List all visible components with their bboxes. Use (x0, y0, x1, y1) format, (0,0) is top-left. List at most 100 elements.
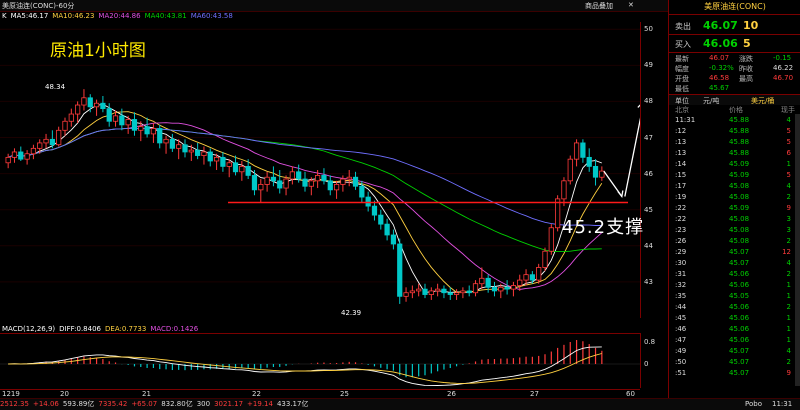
trade-price: 45.07 (729, 259, 750, 267)
candle (264, 176, 270, 185)
index-ticker-bar: 2512.35 +14.06 593.89亿 7335.42 +65.07 832.80亿… (0, 398, 800, 410)
trade-time: :50 (675, 358, 687, 366)
trade-price: 45.06 (729, 314, 750, 322)
candle (201, 151, 207, 156)
close-icon[interactable]: ✕ (628, 1, 634, 9)
trade-time: :31 (675, 270, 687, 278)
candle (302, 178, 308, 187)
quote-stat-v1: 46.58 (709, 74, 730, 82)
trade-header-time: 北京 (675, 106, 689, 114)
candle (384, 223, 390, 236)
price-tick-label: 48 (644, 97, 653, 106)
trade-quantity: 6 (786, 149, 791, 157)
trade-header-price: 价格 (729, 106, 743, 114)
candle (232, 162, 239, 173)
trade-quantity: 4 (786, 116, 791, 124)
ma-legend-item: K (2, 12, 7, 20)
candle (517, 279, 523, 286)
candle (138, 126, 144, 131)
index-ticker-value: 7335.42 (98, 400, 128, 408)
quote-stat-l1: 最新 (675, 55, 689, 63)
candle (11, 151, 18, 158)
trade-price: 45.06 (729, 281, 750, 289)
trade-tick-row: :32 45.06 1 (669, 281, 797, 291)
window-title: 美原油连(CONC)-60分 (2, 2, 75, 10)
macd-chart[interactable] (0, 333, 641, 388)
candlestick-chart[interactable] (0, 22, 641, 318)
candle (390, 234, 397, 245)
trade-price: 45.07 (729, 358, 750, 366)
trade-price: 45.09 (729, 204, 750, 212)
low-price-label: 42.39 (341, 309, 362, 317)
trade-time: :47 (675, 336, 687, 344)
date-tick-label: 1219 (2, 390, 20, 398)
candle (125, 119, 131, 126)
candle (5, 156, 11, 164)
date-tick-label: 25 (340, 390, 349, 398)
index-ticker-value: 593.89亿 (62, 400, 95, 408)
candle (24, 153, 30, 160)
trade-price: 45.06 (729, 270, 750, 278)
clock-label: 11:31 (772, 400, 793, 408)
candle (176, 144, 182, 149)
candle (226, 162, 232, 167)
candle (277, 180, 283, 189)
price-tick-label: 45 (644, 205, 653, 214)
trade-price: 45.88 (729, 149, 750, 157)
candle (416, 288, 422, 292)
trade-quantity: 5 (786, 138, 791, 146)
brand-label: Pobo (745, 400, 762, 408)
sell-label: 卖出 (675, 22, 691, 31)
candle (106, 108, 112, 122)
trade-time: :22 (675, 215, 687, 223)
candle (447, 292, 453, 295)
sell-price: 46.07 (703, 19, 738, 32)
ma-legend-item: MA20:44.86 (98, 12, 141, 20)
trade-quantity: 2 (786, 270, 791, 278)
trade-tick-row: :49 45.07 4 (669, 347, 797, 357)
trade-ticks-list[interactable]: 11:31 45.88 4:12 45.88 5:13 45.88 5:13 45.88 6:1… (669, 116, 800, 386)
candle (283, 178, 289, 189)
candle (49, 138, 55, 146)
unit-row: 单位 元/吨 美元/桶 (669, 94, 800, 105)
candle (150, 128, 157, 135)
candle (258, 184, 264, 191)
candle (504, 286, 510, 290)
trade-price: 45.06 (729, 325, 750, 333)
candle (472, 283, 479, 294)
trade-time: :19 (675, 193, 687, 201)
trade-list-scrollbar[interactable] (795, 114, 800, 386)
trade-quantity: 2 (786, 237, 791, 245)
trade-quantity: 4 (786, 347, 791, 355)
sell-quantity: 10 (743, 19, 759, 32)
candle (81, 97, 87, 106)
quote-stat-row: 开盘 46.58 最高 46.70 (669, 74, 800, 84)
diff-line (8, 346, 602, 387)
quote-panel: 美原油连(CONC) 卖出 46.07 10 买入 46.06 5 最新 46.0… (668, 0, 800, 398)
date-tick-label: 22 (252, 390, 261, 398)
trade-tick-row: :22 45.09 9 (669, 204, 797, 214)
index-ticker-value: 2512.35 (0, 400, 29, 408)
overlay-commodity-button[interactable]: 商品叠加 (585, 1, 613, 11)
trade-quantity: 1 (786, 281, 791, 289)
trade-tick-row: :19 45.08 2 (669, 193, 797, 203)
trade-tick-row: 11:31 45.88 4 (669, 116, 797, 126)
candle (359, 185, 365, 198)
trade-tick-row: :22 45.08 3 (669, 215, 797, 225)
trade-price: 45.08 (729, 182, 750, 190)
ma-legend: K MA5:46.17 MA10:46.23 MA20:44.86 MA40:43.81… (2, 12, 237, 22)
trade-time: :30 (675, 259, 687, 267)
date-tick-label: 27 (530, 390, 539, 398)
price-tick-label: 43 (644, 277, 653, 286)
index-ticker-value: 433.17亿 (276, 400, 309, 408)
quote-stat-row: 最低 45.67 (669, 84, 800, 94)
trade-quantity: 4 (786, 259, 791, 267)
quote-stat-row: 最新 46.07 涨跌 -0.15 (669, 54, 800, 64)
macd-legend-item: MACD:0.1426 (150, 325, 199, 333)
candle (441, 288, 447, 294)
trade-tick-row: :30 45.07 4 (669, 259, 797, 269)
candle (163, 138, 169, 144)
trade-tick-row: :29 45.07 12 (669, 248, 797, 258)
trade-tick-row: :44 45.06 2 (669, 303, 797, 313)
candle (30, 147, 37, 155)
